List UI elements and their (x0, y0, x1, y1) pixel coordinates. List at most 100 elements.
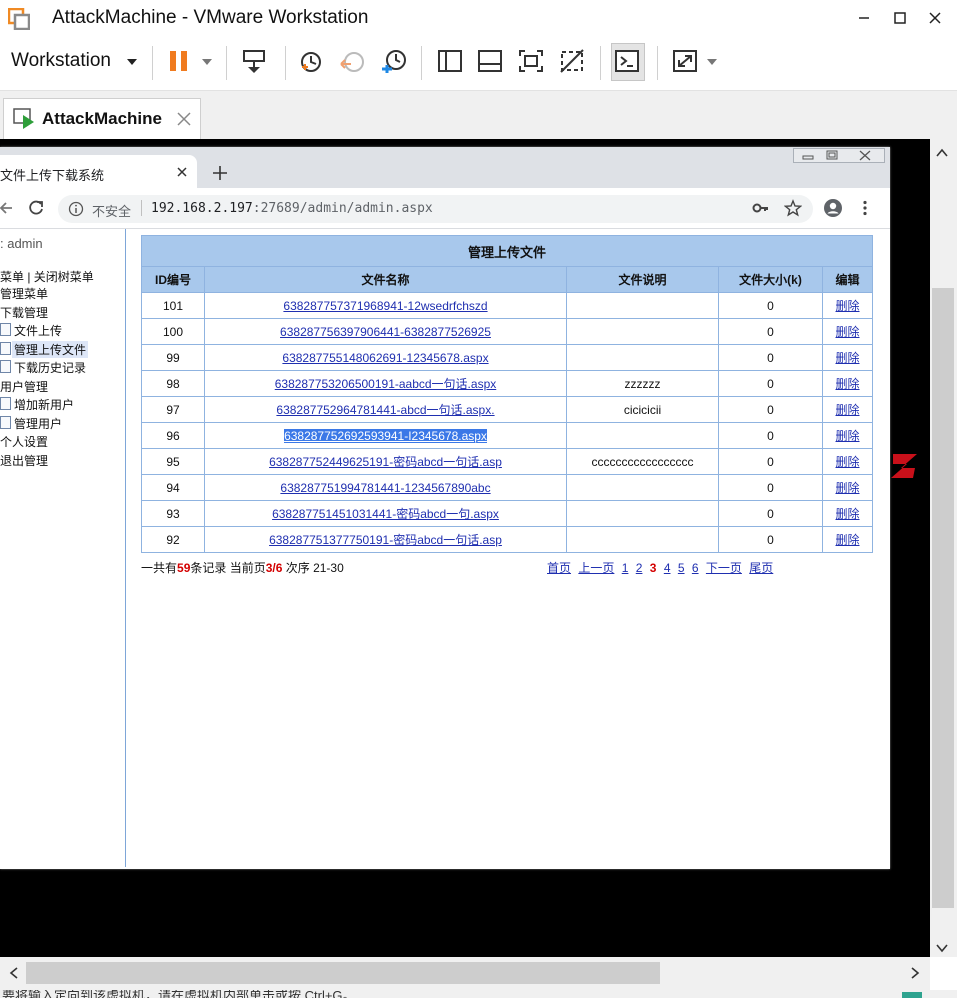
unity-icon[interactable] (557, 45, 587, 77)
file-size: 0 (718, 500, 823, 527)
scroll-left-icon[interactable] (6, 965, 22, 981)
delete-link[interactable]: 删除 (836, 403, 860, 417)
bookmark-star-icon[interactable] (784, 199, 802, 217)
tree-node-logout[interactable]: 退出管理 (0, 452, 48, 469)
delete-link[interactable]: 删除 (836, 455, 860, 469)
document-icon (0, 397, 11, 410)
stretch-guest-icon[interactable] (670, 45, 700, 77)
delete-link[interactable]: 删除 (836, 507, 860, 521)
reload-icon[interactable] (27, 199, 45, 217)
tree-item-download-history[interactable]: 下载历史记录 (14, 359, 86, 376)
file-name-link[interactable]: 638287757371968941-12wsedrfchszd (283, 299, 487, 313)
back-arrow-icon[interactable] (0, 200, 14, 216)
delete-link[interactable]: 删除 (836, 429, 860, 443)
page-link-2[interactable]: 2 (636, 561, 643, 575)
minimize-button[interactable] (852, 6, 876, 30)
file-name-cell: 638287752449625191-密码abcd一句话.asp (204, 448, 567, 475)
new-tab-icon[interactable] (211, 164, 229, 182)
file-name-link[interactable]: 638287753206500191-aabcd一句话.aspx (275, 377, 497, 391)
vmware-logo-icon (8, 8, 30, 30)
guest-maximize-icon[interactable] (821, 149, 843, 162)
tree-item-manage-users[interactable]: 管理用户 (14, 415, 62, 432)
scroll-down-icon[interactable] (934, 940, 950, 956)
maximize-button[interactable] (888, 6, 912, 30)
tree-node-personal-settings[interactable]: 个人设置 (0, 433, 48, 450)
vm-tab-close-icon[interactable] (175, 110, 193, 128)
snapshot-icon[interactable] (296, 45, 326, 77)
file-name-link[interactable]: 638287751451031441-密码abcd一句.aspx (272, 507, 499, 521)
workstation-menu[interactable]: Workstation (11, 50, 111, 72)
page-link-5[interactable]: 5 (678, 561, 685, 575)
delete-link[interactable]: 删除 (836, 325, 860, 339)
console-view-icon[interactable] (611, 43, 645, 81)
revert-snapshot-icon[interactable] (337, 45, 367, 77)
snapshot-manager-icon[interactable] (379, 45, 409, 77)
page-link-6[interactable]: 6 (692, 561, 699, 575)
menu-toggle-links[interactable]: 菜单 | 关闭树菜单 (0, 268, 94, 285)
close-button[interactable] (923, 6, 947, 30)
delete-link[interactable]: 删除 (836, 533, 860, 547)
summary-suffix: 次序 21-30 (282, 561, 344, 575)
table-row: 101 638287757371968941-12wsedrfchszd 0 删… (141, 292, 874, 319)
browser-tab-close-icon[interactable] (174, 164, 190, 180)
toolbar-divider (285, 46, 286, 80)
pause-icon[interactable] (166, 45, 196, 77)
delete-link[interactable]: 删除 (836, 351, 860, 365)
delete-link[interactable]: 删除 (836, 377, 860, 391)
file-name-link[interactable]: 638287752449625191-密码abcd一句话.asp (269, 455, 502, 469)
edit-cell: 删除 (821, 500, 874, 527)
info-icon[interactable] (68, 201, 84, 217)
first-page-link[interactable]: 首页 (547, 561, 571, 575)
tree-node-admin-menu[interactable]: 管理菜单 (0, 285, 48, 302)
file-id: 94 (141, 474, 205, 501)
file-size: 0 (718, 474, 823, 501)
browser-menu-icon[interactable] (860, 199, 870, 217)
tree-node-download-management[interactable]: 下载管理 (0, 304, 48, 321)
last-page-link[interactable]: 尾页 (749, 561, 773, 575)
workstation-menu-chevron-icon[interactable] (124, 54, 140, 70)
column-header-file-name: 文件名称 (204, 266, 567, 293)
current-user: : admin (0, 236, 43, 251)
pause-dropdown-chevron-icon[interactable] (199, 54, 215, 70)
send-ctrl-alt-del-icon[interactable] (240, 45, 270, 77)
file-name-link-selected[interactable]: 638287752692593941-I2345678.aspx (284, 428, 487, 443)
file-size: 0 (718, 292, 823, 319)
thumbnail-bar-icon[interactable] (475, 45, 505, 77)
scroll-right-icon[interactable] (907, 965, 923, 981)
summary-total: 59 (177, 561, 191, 575)
file-name-link[interactable]: 638287751377750191-密码abcd一句话.asp (269, 533, 502, 547)
tree-node-user-management[interactable]: 用户管理 (0, 378, 48, 395)
file-name-link[interactable]: 638287756397906441-6382877526925 (280, 325, 491, 339)
pagination: 首页 上一页 1 2 3 4 5 6 下一页 尾页 (547, 559, 777, 576)
delete-link[interactable]: 删除 (836, 481, 860, 495)
prev-page-link[interactable]: 上一页 (578, 561, 614, 575)
full-screen-icon[interactable] (516, 45, 546, 77)
tree-item-add-user[interactable]: 增加新用户 (14, 396, 74, 413)
file-name-link[interactable]: 638287752964781441-abcd一句话.aspx. (276, 403, 494, 417)
guest-minimize-icon[interactable] (797, 149, 819, 162)
key-icon[interactable] (752, 200, 770, 216)
insecure-label: 不安全 (92, 204, 132, 219)
guest-close-icon[interactable] (850, 149, 880, 162)
delete-link[interactable]: 删除 (836, 299, 860, 313)
tree-item-manage-uploads[interactable]: 管理上传文件 (12, 341, 89, 358)
file-name-link[interactable]: 638287755148062691-12345678.aspx (282, 351, 488, 365)
url-host: 192.168.2.197 (151, 201, 253, 216)
edit-cell: 删除 (821, 526, 874, 553)
horizontal-scroll-thumb[interactable] (26, 962, 660, 984)
table-row: 95 638287752449625191-密码abcd一句话.asp cccc… (141, 448, 874, 475)
stretch-dropdown-chevron-icon[interactable] (704, 54, 720, 70)
column-header-id: ID编号 (141, 266, 205, 293)
vertical-scroll-thumb[interactable] (932, 288, 954, 908)
file-name-link[interactable]: 638287751994781441-1234567890abc (280, 481, 490, 495)
table-row: 96 638287752692593941-I2345678.aspx 0 删除 (141, 422, 874, 449)
url-text[interactable]: 192.168.2.197:27689/admin/admin.aspx (151, 201, 433, 216)
next-page-link[interactable]: 下一页 (706, 561, 742, 575)
show-library-icon[interactable] (435, 45, 465, 77)
page-link-1[interactable]: 1 (622, 561, 629, 575)
profile-avatar-icon[interactable] (823, 198, 843, 218)
tree-item-file-upload[interactable]: 文件上传 (14, 322, 62, 339)
summary-prefix: 一共有 (141, 561, 178, 575)
scroll-up-icon[interactable] (934, 145, 950, 161)
page-link-4[interactable]: 4 (664, 561, 671, 575)
